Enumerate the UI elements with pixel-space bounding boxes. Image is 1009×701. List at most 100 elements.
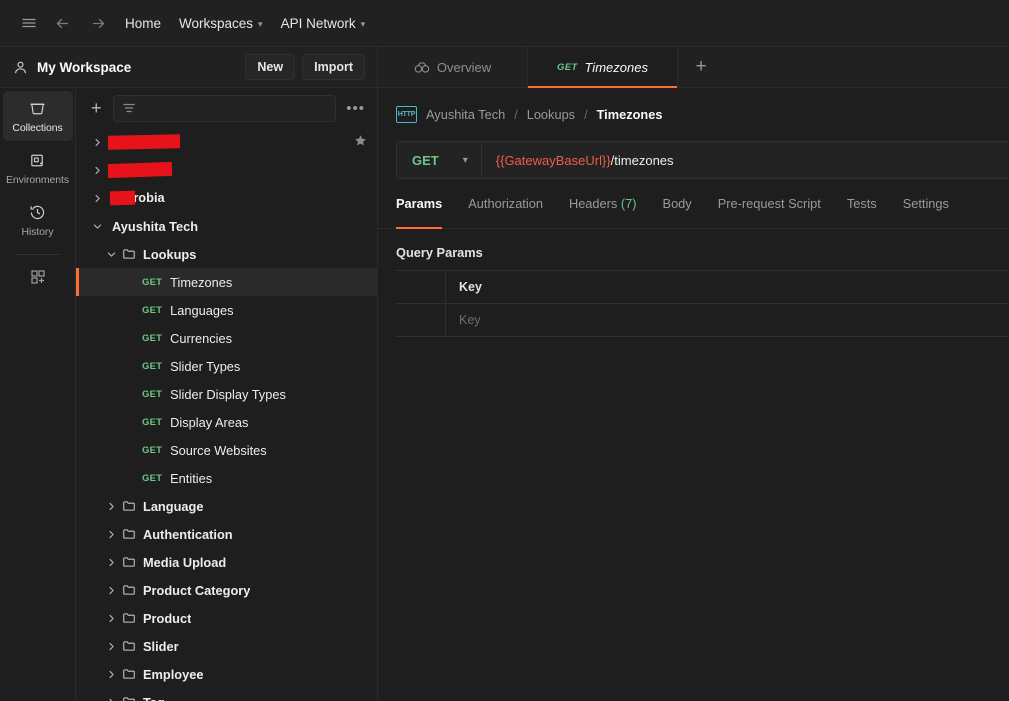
star-icon[interactable] <box>354 134 367 150</box>
request-tab-body[interactable]: Body <box>663 196 705 228</box>
tab-method-badge: GET <box>557 61 578 73</box>
tree-folder-item[interactable]: Lookups <box>76 240 377 268</box>
chevron-down-icon: ▾ <box>462 154 468 166</box>
url-bar: GET ▾ {{GatewayBaseUrl}}/timezones <box>396 141 1009 179</box>
table-row[interactable]: Key <box>396 304 1009 337</box>
row-checkbox-cell[interactable] <box>396 304 446 336</box>
chevron-down-icon: ▾ <box>258 18 263 29</box>
apps-grid-icon[interactable] <box>29 259 47 295</box>
nav-home[interactable]: Home <box>116 11 170 36</box>
method-badge: GET <box>142 444 163 456</box>
chevron-right-icon[interactable] <box>100 642 122 651</box>
tree-item-label: Ayushita Tech <box>112 218 199 234</box>
tree-folder-item[interactable]: Media Upload <box>76 548 377 576</box>
chevron-down-icon[interactable] <box>86 222 108 231</box>
tab-timezones[interactable]: GET Timezones <box>528 47 678 88</box>
method-badge: GET <box>142 276 163 288</box>
tree-item-label: Product <box>143 610 192 626</box>
method-selector[interactable]: GET ▾ <box>397 142 482 178</box>
url-bar-row: GET ▾ {{GatewayBaseUrl}}/timezones <box>378 141 1009 179</box>
chevron-right-icon[interactable] <box>100 558 122 567</box>
chevron-down-icon: ▾ <box>360 18 366 29</box>
more-options-icon[interactable]: ••• <box>344 101 367 116</box>
chevron-right-icon[interactable] <box>100 586 122 595</box>
request-tab-label: Pre-request Script <box>717 196 821 211</box>
tree-folder-item[interactable]: Tag <box>76 688 377 701</box>
tree-folder-item[interactable]: Employee <box>76 660 377 688</box>
nav-api-network[interactable]: API Network ▾ <box>272 11 375 36</box>
key-input[interactable]: Key <box>446 304 1009 336</box>
request-tab-headers[interactable]: Headers (7) <box>569 196 650 228</box>
request-tab-params[interactable]: Params <box>396 196 455 229</box>
tree-collection-item[interactable]: Ayushita Tech <box>76 212 377 240</box>
request-tab-label: Tests <box>846 196 877 211</box>
request-tab-pre-request-script[interactable]: Pre-request Script <box>718 196 834 228</box>
top-navigation-bar: Home Workspaces ▾ API Network ▾ <box>0 0 1009 47</box>
nav-workspaces[interactable]: Workspaces ▾ <box>170 11 272 36</box>
tab-overview[interactable]: Overview <box>378 47 528 87</box>
request-tab-label: Params <box>396 196 443 211</box>
rail-label-collections: Collections <box>12 122 63 134</box>
sidebar-item-history[interactable]: History <box>3 195 73 245</box>
import-button[interactable]: Import <box>302 54 365 80</box>
tree-request-timezones[interactable]: GET Timezones <box>76 268 377 296</box>
chevron-right-icon[interactable] <box>100 502 122 511</box>
tree-request-source-websites[interactable]: GET Source Websites <box>76 436 377 464</box>
request-tab-tests[interactable]: Tests <box>847 196 890 228</box>
tree-request-slider-types[interactable]: GET Slider Types <box>76 352 377 380</box>
tree-collection-item[interactable]: Checkout <box>76 156 377 184</box>
rail-divider <box>15 254 60 255</box>
chevron-right-icon[interactable] <box>86 194 108 203</box>
sidebar-item-environments[interactable]: Environments <box>3 143 73 193</box>
back-arrow-icon[interactable] <box>44 8 80 38</box>
breadcrumb-item-collection[interactable]: Ayushita Tech <box>426 107 505 122</box>
sidebar-toolbar: + ••• <box>76 88 377 128</box>
new-tab-button[interactable]: + <box>678 47 724 87</box>
folder-icon <box>122 695 136 701</box>
tree-item-label: Tag <box>143 695 165 701</box>
request-tab-label: Settings <box>902 196 949 211</box>
postman-app-window: Home Workspaces ▾ API Network ▾ My Works… <box>0 0 1009 701</box>
tree-collection-item[interactable]: Mikrobia <box>76 184 377 212</box>
tree-folder-item[interactable]: Authentication <box>76 520 377 548</box>
sidebar-item-collections[interactable]: Collections <box>2 91 73 141</box>
chevron-right-icon[interactable] <box>86 166 108 175</box>
tree-request-display-areas[interactable]: GET Display Areas <box>76 408 377 436</box>
method-badge: GET <box>142 472 163 484</box>
search-input[interactable] <box>112 94 337 122</box>
nav-workspaces-label: Workspaces <box>179 15 254 31</box>
nav-api-network-label: API Network <box>280 15 356 31</box>
tree-folder-item[interactable]: Slider <box>76 632 377 660</box>
tree-request-languages[interactable]: GET Languages <box>76 296 377 324</box>
breadcrumb-item-folder[interactable]: Lookups <box>527 107 575 122</box>
chevron-right-icon[interactable] <box>100 530 122 539</box>
workspace-and-tabs-row: My Workspace New Import Overview GET Tim… <box>0 47 1009 88</box>
tree-request-slider-display-types[interactable]: GET Slider Display Types <box>76 380 377 408</box>
request-tab-settings[interactable]: Settings <box>903 196 962 228</box>
hamburger-icon[interactable] <box>14 8 44 38</box>
chevron-right-icon[interactable] <box>100 614 122 623</box>
tree-item-label: Currencies <box>170 330 233 346</box>
chevron-right-icon[interactable] <box>100 698 122 701</box>
request-tab-label: Body <box>662 196 692 211</box>
tree-item-label: Product Category <box>143 582 251 598</box>
forward-arrow-icon[interactable] <box>80 8 116 38</box>
tree-collection-item[interactable]: Collection <box>76 128 377 156</box>
chevron-right-icon[interactable] <box>100 670 122 679</box>
request-tab-label: Authorization <box>468 196 543 211</box>
url-input[interactable]: {{GatewayBaseUrl}}/timezones <box>482 153 688 168</box>
tree-folder-item[interactable]: Product <box>76 604 377 632</box>
tree-request-currencies[interactable]: GET Currencies <box>76 324 377 352</box>
tree-request-entities[interactable]: GET Entities <box>76 464 377 492</box>
tree-folder-item[interactable]: Product Category <box>76 576 377 604</box>
folder-icon <box>122 583 136 597</box>
chevron-right-icon[interactable] <box>86 138 108 147</box>
request-tab-authorization[interactable]: Authorization <box>468 196 556 228</box>
new-button[interactable]: New <box>245 54 296 80</box>
plus-icon[interactable]: + <box>88 99 105 117</box>
method-badge: GET <box>142 416 163 428</box>
chevron-down-icon[interactable] <box>100 250 122 259</box>
query-params-title: Query Params <box>396 245 483 260</box>
tree-folder-item[interactable]: Language <box>76 492 377 520</box>
left-icon-rail: Collections Environments History <box>0 88 76 701</box>
